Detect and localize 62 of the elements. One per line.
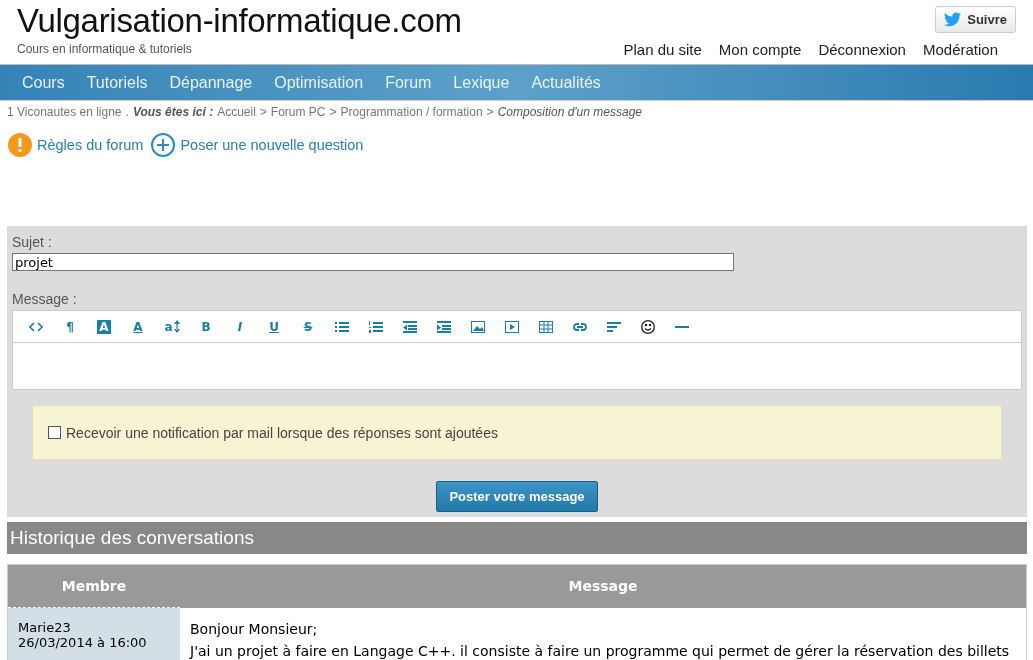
nav-link[interactable]: Forum (374, 73, 443, 92)
horizontal-rule-icon (675, 325, 689, 328)
breadcrumb-link[interactable]: Programmation / formation (340, 105, 483, 119)
notify-label: Recevoir une notification par mail lorsque des réponses sont ajoutées (66, 424, 498, 441)
toolbar-button[interactable]: A (87, 312, 121, 341)
bulleted-list-icon (335, 319, 349, 334)
column-header: Membre (7, 564, 180, 608)
message-line: J'ai un projet à faire en Langage C++. il consiste à faire un programme qui permet de gérer la réservation des billets (190, 641, 1011, 660)
nav-link[interactable]: Tutoriels (75, 73, 159, 92)
video-icon (505, 319, 519, 334)
nav-link[interactable]: Dépannage (158, 73, 264, 92)
top-link[interactable]: Mon compte (718, 41, 802, 58)
action-link[interactable]: Règles du forum (8, 133, 144, 157)
breadcrumb-link[interactable]: Accueil (217, 105, 256, 119)
column-header: Message (180, 564, 1027, 608)
numbered-list-icon (369, 319, 383, 334)
code-icon (29, 319, 43, 334)
breadcrumb-arrow: > (329, 105, 337, 119)
separator-dot: . (125, 105, 129, 119)
top-link[interactable]: Déconnexion (818, 41, 906, 58)
submit-button[interactable]: Poster votre message (436, 481, 598, 512)
subject-field[interactable]: projet (12, 253, 734, 271)
toolbar-button[interactable]: I (223, 312, 257, 341)
toolbar-button[interactable]: B (189, 312, 223, 341)
smiley-icon (641, 319, 655, 334)
warning-icon (8, 133, 32, 157)
toolbar-button[interactable]: S (291, 312, 325, 341)
toolbar-button[interactable]: a (155, 312, 189, 341)
breadcrumb-arrow: > (486, 105, 494, 119)
breadcrumb-link[interactable]: Forum PC (270, 105, 326, 119)
nav-link[interactable]: Optimisation (263, 73, 375, 92)
top-link[interactable]: Modération (922, 41, 998, 58)
plus-icon (151, 133, 176, 157)
section-title: Historique des conversations (7, 522, 1027, 554)
location-label: Vous êtes ici : (132, 105, 214, 119)
breadcrumb-current: Composition d'un message (497, 105, 642, 119)
subject-label: Sujet : (12, 234, 53, 250)
table-icon (539, 319, 553, 334)
up-down-arrow-icon (173, 320, 180, 333)
message-line: Bonjour Monsieur; (190, 619, 319, 639)
tagline: Cours en informatique & tutoriels (17, 42, 192, 56)
align-left-icon (607, 319, 621, 334)
nav-link[interactable]: Cours (11, 73, 76, 92)
follow-button[interactable]: Suivre (935, 6, 1016, 33)
nav-link[interactable]: Lexique (442, 73, 521, 92)
toolbar-button[interactable]: U (257, 312, 291, 341)
bird-icon (944, 12, 963, 27)
indent-icon (437, 319, 451, 334)
member-name[interactable]: Marie23 (18, 620, 170, 635)
image-icon (471, 319, 485, 334)
top-link[interactable]: Plan du site (623, 41, 702, 58)
outdent-icon (403, 319, 417, 334)
post-date: 26/03/2014 à 16:00 (18, 635, 148, 650)
nav-link[interactable]: Actualités (520, 73, 612, 92)
action-link[interactable]: Poser une nouvelle question (151, 133, 364, 157)
toolbar-button[interactable]: ¶ (53, 312, 87, 341)
notify-checkbox[interactable] (48, 426, 61, 439)
breadcrumb-arrow: > (259, 105, 267, 119)
site-title[interactable]: Vulgarisation-informatique.com (17, 2, 462, 40)
message-label: Message : (12, 291, 78, 307)
online-count: 1 Viconautes en ligne (7, 105, 122, 119)
toolbar-button[interactable]: A (121, 312, 155, 341)
